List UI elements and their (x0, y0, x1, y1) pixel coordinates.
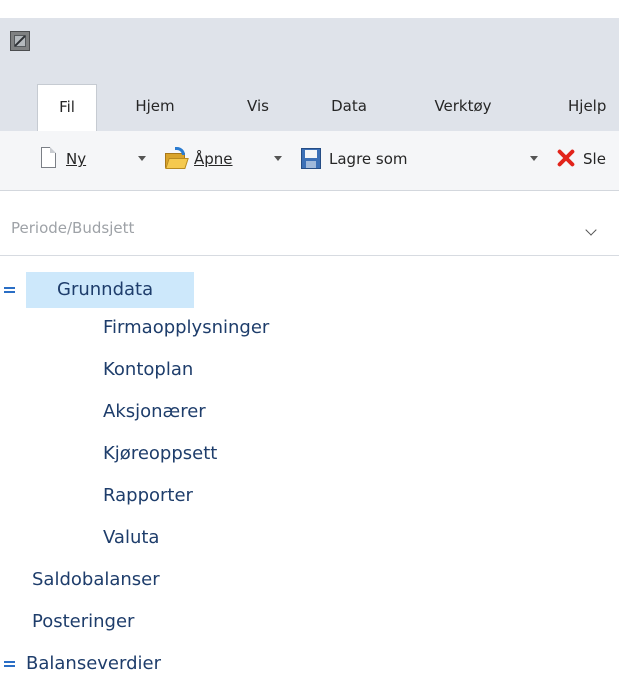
toolbar: Ny Åpne Lagre som Sle (0, 131, 619, 191)
new-button-label: Ny (66, 150, 87, 168)
delete-button[interactable]: Sle (555, 145, 619, 175)
tree-item-label: Kjøreoppsett (103, 443, 218, 464)
tab-data[interactable]: Data (324, 84, 374, 131)
app-logo-icon[interactable] (10, 31, 30, 51)
tree-item-label: Kontoplan (103, 359, 194, 380)
tree-item-label: Grunndata (57, 279, 154, 300)
period-budget-select-text: Periode/Budsjett (11, 219, 135, 237)
tree-item-balanseverdier[interactable]: Balanseverdier (26, 646, 161, 682)
tree-item-label: Aksjonærer (103, 401, 206, 422)
chevron-down-icon[interactable] (585, 224, 597, 236)
save-as-button-label: Lagre som (329, 150, 408, 168)
tab-fil[interactable]: Fil (37, 84, 97, 131)
title-bar (0, 18, 619, 68)
tree-item-label: Firmaopplysninger (103, 317, 270, 338)
new-button[interactable]: Ny (38, 145, 100, 175)
ribbon-tabs: Fil Hjem Vis Data Verktøy Hjelp (0, 68, 619, 131)
tree-item-aksjonaerer[interactable]: Aksjonærer (103, 394, 206, 430)
tree-item-kontoplan[interactable]: Kontoplan (103, 352, 193, 388)
open-button-label: Åpne (194, 150, 233, 168)
tree-item-label: Posteringer (32, 611, 135, 632)
tree-item-valuta[interactable]: Valuta (103, 520, 159, 556)
new-dropdown-arrow-icon[interactable] (138, 156, 146, 161)
tree-item-posteringer[interactable]: Posteringer (32, 604, 134, 640)
open-button[interactable]: Åpne (164, 145, 254, 175)
collapse-icon[interactable] (4, 287, 16, 295)
tab-hjelp[interactable]: Hjelp (556, 84, 619, 131)
tab-hjem[interactable]: Hjem (120, 84, 190, 131)
tree-item-label: Valuta (103, 527, 160, 548)
tree-item-firmaopplysninger[interactable]: Firmaopplysninger (103, 310, 269, 346)
tree-item-label: Rapporter (103, 485, 193, 506)
tree-item-kjoreoppsett[interactable]: Kjøreoppsett (103, 436, 217, 472)
tab-vis[interactable]: Vis (236, 84, 280, 131)
floppy-disk-icon (299, 147, 321, 171)
tree-item-rapporter[interactable]: Rapporter (103, 478, 193, 514)
period-budget-select[interactable]: Periode/Budsjett (0, 200, 619, 256)
save-as-button[interactable]: Lagre som (299, 145, 499, 175)
tree-item-label: Balanseverdier (26, 653, 161, 674)
new-document-icon (38, 147, 60, 171)
collapse-icon[interactable] (4, 661, 16, 669)
tree-item-grunndata[interactable]: Grunndata (26, 272, 194, 308)
open-folder-icon (164, 147, 189, 171)
navigation-pane: Periode/Budsjett Grunndata Firmaopplysni… (0, 192, 619, 684)
app-window: Fil Hjem Vis Data Verktøy Hjelp Ny Åpne … (0, 0, 619, 684)
tree-item-label: Saldobalanser (32, 569, 160, 590)
delete-button-label: Sle (583, 150, 606, 168)
tree-item-saldobalanser[interactable]: Saldobalanser (32, 562, 160, 598)
delete-x-icon (555, 147, 577, 171)
save-as-dropdown-arrow-icon[interactable] (530, 156, 538, 161)
tab-verktoy[interactable]: Verktøy (418, 84, 508, 131)
open-dropdown-arrow-icon[interactable] (274, 156, 282, 161)
